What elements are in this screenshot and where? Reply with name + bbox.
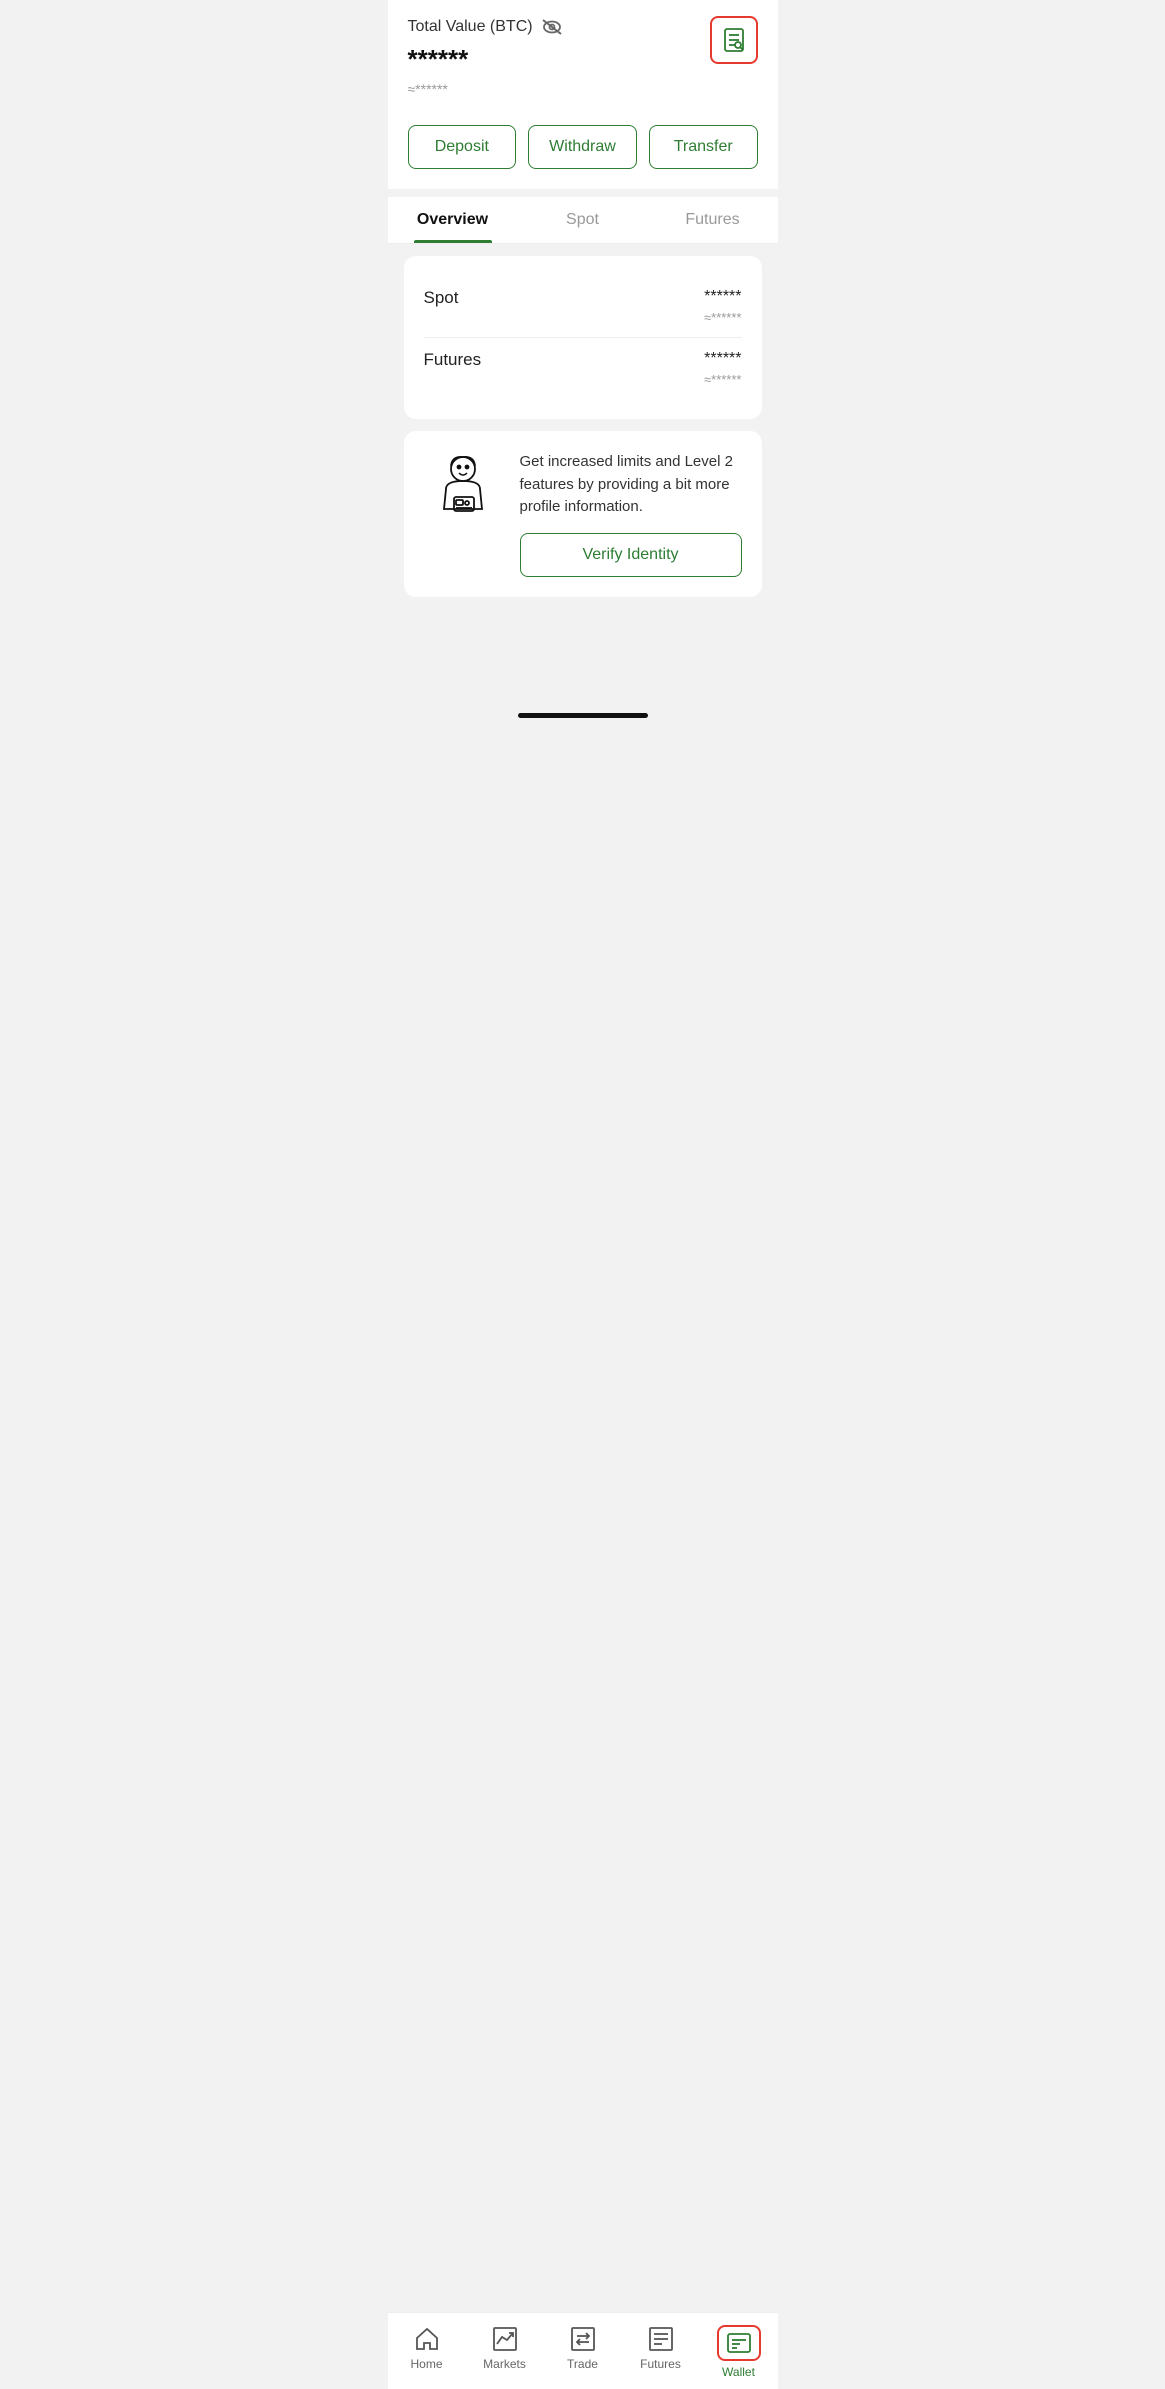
futures-approx-value: ≈******	[704, 372, 742, 387]
spot-approx-value: ≈******	[704, 310, 742, 325]
report-icon-button[interactable]	[710, 16, 758, 64]
futures-label: Futures	[424, 350, 482, 370]
withdraw-button[interactable]: Withdraw	[528, 125, 637, 169]
wallet-icon	[725, 2329, 753, 2357]
nav-item-home[interactable]: Home	[388, 2321, 466, 2385]
home-indicator	[518, 713, 648, 718]
total-value-approx: ≈******	[408, 81, 710, 97]
transfer-button[interactable]: Transfer	[649, 125, 758, 169]
tab-spot[interactable]: Spot	[518, 197, 648, 243]
overview-card: Spot ****** ≈****** Futures ****** ≈****…	[404, 256, 762, 419]
deposit-button[interactable]: Deposit	[408, 125, 517, 169]
header: Total Value (BTC) ****** ≈******	[388, 0, 778, 109]
wallet-active-box	[717, 2325, 761, 2361]
content-area: Spot ****** ≈****** Futures ****** ≈****…	[388, 244, 778, 609]
action-buttons: Deposit Withdraw Transfer	[388, 109, 778, 189]
nav-item-markets[interactable]: Markets	[466, 2321, 544, 2385]
tab-futures[interactable]: Futures	[648, 197, 778, 243]
verify-identity-button[interactable]: Verify Identity	[520, 533, 742, 577]
spot-main-value: ******	[704, 288, 742, 306]
trade-label: Trade	[567, 2357, 598, 2371]
trade-icon	[569, 2325, 597, 2353]
tabs-container: Overview Spot Futures	[388, 197, 778, 244]
header-left: Total Value (BTC) ****** ≈******	[408, 16, 710, 97]
verify-card: Get increased limits and Level 2 feature…	[404, 431, 762, 597]
home-label: Home	[410, 2357, 442, 2371]
nav-item-futures[interactable]: Futures	[622, 2321, 700, 2385]
home-icon	[413, 2325, 441, 2353]
tab-overview[interactable]: Overview	[388, 197, 518, 243]
bottom-nav: Home Markets Trade	[388, 2312, 778, 2389]
wallet-label: Wallet	[722, 2365, 755, 2379]
futures-row[interactable]: Futures ****** ≈******	[424, 338, 742, 399]
total-value-text: Total Value (BTC)	[408, 18, 533, 36]
total-value-label: Total Value (BTC)	[408, 16, 710, 38]
total-value-amount: ******	[408, 44, 710, 75]
futures-icon	[647, 2325, 675, 2353]
nav-item-wallet[interactable]: Wallet	[700, 2321, 778, 2385]
futures-main-value: ******	[704, 350, 742, 368]
spot-label: Spot	[424, 288, 459, 308]
futures-values: ****** ≈******	[704, 350, 742, 387]
eye-slash-icon[interactable]	[541, 16, 563, 38]
markets-label: Markets	[483, 2357, 526, 2371]
spot-row[interactable]: Spot ****** ≈******	[424, 276, 742, 338]
futures-nav-label: Futures	[640, 2357, 681, 2371]
markets-icon	[491, 2325, 519, 2353]
nav-item-trade[interactable]: Trade	[544, 2321, 622, 2385]
verify-text: Get increased limits and Level 2 feature…	[520, 451, 742, 519]
verify-illustration	[424, 451, 504, 531]
verify-content: Get increased limits and Level 2 feature…	[520, 451, 742, 577]
spot-values: ****** ≈******	[704, 288, 742, 325]
